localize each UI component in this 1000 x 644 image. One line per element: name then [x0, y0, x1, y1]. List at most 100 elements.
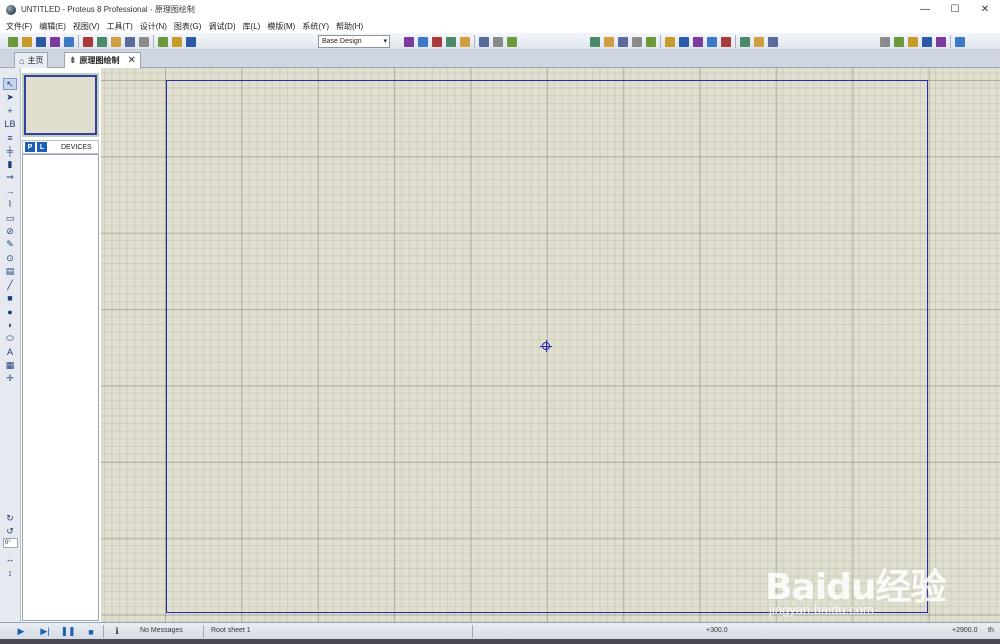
undo-icon[interactable]: [588, 35, 601, 48]
wire-autorouter-icon[interactable]: [878, 35, 891, 48]
junction-dot-icon[interactable]: +: [3, 105, 17, 117]
gerber-icon[interactable]: [156, 35, 169, 48]
block-rotate-icon[interactable]: [691, 35, 704, 48]
make-device-icon[interactable]: [738, 35, 751, 48]
tape-recorder-icon[interactable]: ▭: [3, 212, 17, 224]
block-move-icon[interactable]: [677, 35, 690, 48]
minimize-button[interactable]: —: [910, 0, 940, 19]
pcb-icon[interactable]: [81, 35, 94, 48]
home-icon[interactable]: [62, 35, 75, 48]
menu-help[interactable]: 帮助(H): [336, 21, 363, 32]
stop-button[interactable]: ■: [84, 625, 98, 638]
property-tool-icon[interactable]: [906, 35, 919, 48]
close-tab-icon[interactable]: ✕: [128, 55, 136, 66]
mirror-horizontal-button[interactable]: ↔: [3, 553, 17, 565]
redo-icon[interactable]: [602, 35, 615, 48]
component-mode-icon[interactable]: ➤: [3, 91, 17, 103]
design-variant-select[interactable]: Base Design ▾: [318, 35, 390, 48]
schematic-icon[interactable]: [95, 35, 108, 48]
origin-icon[interactable]: [430, 35, 443, 48]
play-button[interactable]: ▶: [14, 625, 28, 638]
pan-icon-glyph: [445, 36, 456, 47]
mirror-vertical-button[interactable]: ↕: [3, 567, 17, 579]
subcircuit-icon[interactable]: ▮: [3, 158, 17, 170]
package-icon[interactable]: [752, 35, 765, 48]
search-icon[interactable]: [892, 35, 905, 48]
device-pins-icon[interactable]: →: [3, 185, 17, 197]
graph-icon[interactable]: ⌇: [3, 199, 17, 211]
design-explorer-icon[interactable]: [123, 35, 136, 48]
pan-icon[interactable]: [444, 35, 457, 48]
grid-icon-glyph: [417, 36, 428, 47]
tab-home[interactable]: ⌂ 主页: [14, 52, 49, 68]
copy-icon[interactable]: [630, 35, 643, 48]
open-icon[interactable]: [20, 35, 33, 48]
menu-graph[interactable]: 图表(G): [174, 21, 202, 32]
cut-icon[interactable]: [616, 35, 629, 48]
zoom-area-icon[interactable]: [505, 35, 518, 48]
arc-icon[interactable]: ◗: [3, 319, 17, 331]
text-script-icon[interactable]: ≡: [3, 132, 17, 144]
maximize-button[interactable]: ☐: [940, 0, 970, 19]
pause-button[interactable]: ❚❚: [60, 625, 75, 638]
generator-icon[interactable]: ⊘: [3, 225, 17, 237]
refresh-icon[interactable]: [402, 35, 415, 48]
menu-template[interactable]: 模版(M): [267, 21, 295, 32]
zoom-in-icon[interactable]: [458, 35, 471, 48]
exit-to-parent-icon[interactable]: [953, 35, 966, 48]
device-list[interactable]: [22, 154, 99, 621]
paste-icon[interactable]: [644, 35, 657, 48]
buses-icon[interactable]: ╪: [3, 145, 17, 157]
close-window-button[interactable]: ✕: [970, 0, 1000, 19]
symbol-icon[interactable]: ▦: [3, 359, 17, 371]
new-icon[interactable]: [6, 35, 19, 48]
grid-icon[interactable]: [416, 35, 429, 48]
import-icon[interactable]: [48, 35, 61, 48]
help-icon[interactable]: [184, 35, 197, 48]
box-icon[interactable]: ■: [3, 292, 17, 304]
pick-from-library-button[interactable]: P: [25, 142, 35, 152]
menu-debug[interactable]: 调试(D): [208, 21, 235, 32]
zoom-all-icon[interactable]: [491, 35, 504, 48]
closed-path-icon[interactable]: ⬭: [3, 333, 17, 345]
terminals-icon[interactable]: ⇒: [3, 172, 17, 184]
marker-icon[interactable]: ✛: [3, 373, 17, 385]
library-manager-button[interactable]: L: [37, 142, 47, 152]
menu-view[interactable]: 视图(V): [73, 21, 100, 32]
bom-icon[interactable]: [137, 35, 150, 48]
remove-sheet-icon[interactable]: [934, 35, 947, 48]
menu-edit[interactable]: 编辑(E): [39, 21, 66, 32]
circle-icon[interactable]: ●: [3, 306, 17, 318]
decompose-icon[interactable]: [766, 35, 779, 48]
block-copy-icon[interactable]: [663, 35, 676, 48]
design-toolbar-group: [878, 34, 967, 49]
zoom-out-icon[interactable]: [477, 35, 490, 48]
info-icon[interactable]: ℹ: [110, 625, 124, 638]
block-delete-icon[interactable]: [705, 35, 718, 48]
new-sheet-icon[interactable]: [920, 35, 933, 48]
menu-system[interactable]: 系统(Y): [302, 21, 329, 32]
rotation-angle-field[interactable]: 0°: [3, 538, 18, 548]
menu-design[interactable]: 设计(N): [140, 21, 167, 32]
selection-mode-icon[interactable]: ↖: [3, 78, 17, 90]
save-icon[interactable]: [34, 35, 47, 48]
overview-window[interactable]: [22, 73, 99, 137]
simulator-icon[interactable]: [109, 35, 122, 48]
status-messages[interactable]: No Messages: [140, 627, 183, 634]
wire-label-icon[interactable]: LB: [3, 118, 17, 130]
menu-tools[interactable]: 工具(T): [107, 21, 133, 32]
menu-library[interactable]: 库(L): [243, 21, 261, 32]
pick-device-icon[interactable]: [719, 35, 732, 48]
rotate-anticlockwise-button[interactable]: ↺: [3, 525, 17, 537]
menu-file[interactable]: 文件(F): [6, 21, 32, 32]
baidu-watermark: Baidu经验 jingyan.baidu.com: [765, 538, 965, 628]
line-icon[interactable]: ╱: [3, 279, 17, 291]
text-icon[interactable]: A: [3, 346, 17, 358]
rotate-clockwise-button[interactable]: ↻: [3, 512, 17, 524]
notes-icon[interactable]: [170, 35, 183, 48]
voltage-probe-icon[interactable]: ✎: [3, 239, 17, 251]
current-probe-icon[interactable]: ⊙: [3, 252, 17, 264]
step-button[interactable]: ▶|: [38, 625, 52, 638]
virtual-instruments-icon[interactable]: ▤: [3, 266, 17, 278]
tab-schematic[interactable]: ⇟ 原理图绘制 ✕: [64, 52, 141, 68]
